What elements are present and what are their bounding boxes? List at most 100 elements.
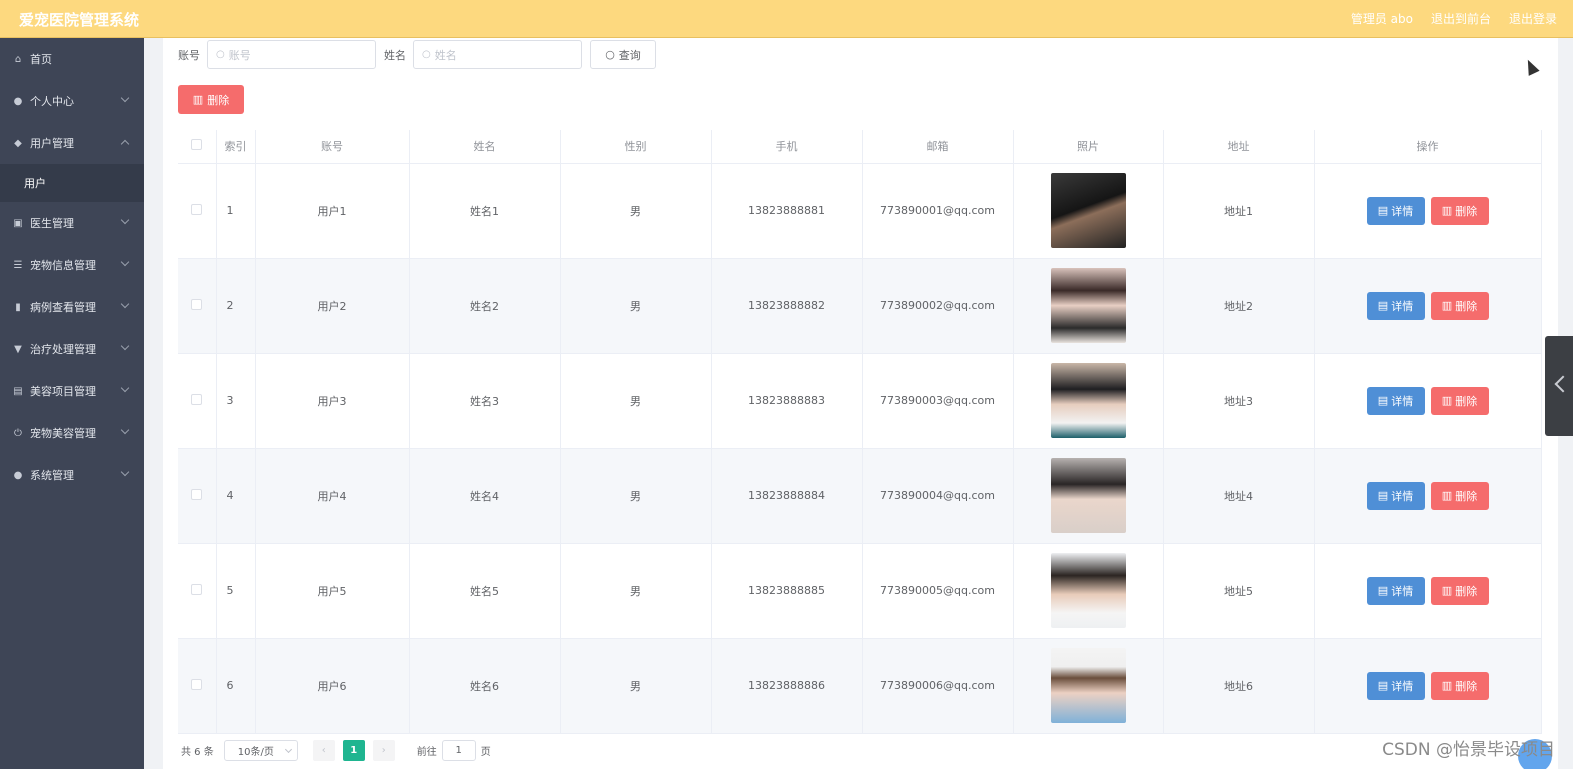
row-checkbox[interactable]: [191, 393, 203, 405]
sidebar-item-cases[interactable]: ▮ 病例查看管理: [0, 286, 144, 328]
row-checkbox[interactable]: [191, 678, 203, 690]
collapse-side-panel-tab[interactable]: [1545, 336, 1573, 436]
sidebar-item-doctors[interactable]: ▣ 医生管理: [0, 202, 144, 244]
cell-actions: ▤ 详情 ▥ 删除: [1314, 638, 1542, 734]
document-icon: ▤: [1377, 679, 1389, 692]
prev-page-button[interactable]: ‹: [312, 740, 335, 761]
chevron-right-icon: ›: [381, 745, 386, 756]
trash-icon: ▥: [1441, 489, 1453, 502]
top-bar: 爱宠医院管理系统 管理员 abo 退出到前台 退出登录: [0, 0, 1573, 38]
cell-account: 用户3: [255, 353, 410, 449]
row-checkbox-cell[interactable]: [178, 638, 217, 734]
search-icon: ○: [216, 49, 225, 60]
cell-name: 姓名2: [409, 258, 561, 354]
cell-email: 773890003@qq.com: [862, 353, 1014, 449]
sidebar-item-label: 个人中心: [30, 95, 74, 108]
column-header-phone: 手机: [711, 130, 863, 164]
query-button[interactable]: ○ 查询: [590, 40, 656, 69]
table-row: 1 用户1 姓名1 男 13823888881 773890001@qq.com…: [178, 163, 1542, 259]
cell-gender: 男: [560, 638, 712, 734]
chevron-down-icon: [120, 299, 130, 309]
column-header-address: 地址: [1163, 130, 1315, 164]
sidebar-item-pet-info[interactable]: ☰ 宠物信息管理: [0, 244, 144, 286]
delete-button[interactable]: ▥ 删除: [1430, 386, 1489, 415]
name-placeholder: 姓名: [434, 48, 457, 62]
cell-email: 773890004@qq.com: [862, 448, 1014, 544]
page-size-select[interactable]: 10条/页: [223, 740, 298, 761]
batch-delete-button[interactable]: ▥ 删除: [178, 85, 244, 114]
delete-button[interactable]: ▥ 删除: [1430, 196, 1489, 225]
cell-index: 2: [216, 258, 256, 354]
pin-icon: ◆: [14, 137, 22, 149]
sidebar-subitem-users[interactable]: 用户: [0, 164, 144, 202]
trash-icon: ▥: [192, 93, 204, 106]
cell-index: 6: [216, 638, 256, 734]
user-table: 索引 账号 姓名 性别 手机 邮箱 照片 地址 操作 1 用户1 姓名1 男 1…: [178, 130, 1542, 734]
cell-name: 姓名5: [409, 543, 561, 639]
name-search-input[interactable]: ○ 姓名: [413, 40, 582, 69]
row-checkbox[interactable]: [191, 203, 203, 215]
sidebar-item-beauty-projects[interactable]: ▤ 美容项目管理: [0, 370, 144, 412]
row-checkbox[interactable]: [191, 488, 203, 500]
row-checkbox-cell[interactable]: [178, 258, 217, 354]
home-icon: ⌂: [14, 53, 22, 65]
delete-button[interactable]: ▥ 删除: [1430, 576, 1489, 605]
logout-link[interactable]: 退出登录: [1509, 10, 1557, 27]
row-checkbox[interactable]: [191, 583, 203, 595]
row-checkbox-cell[interactable]: [178, 448, 217, 544]
detail-button[interactable]: ▤ 详情: [1366, 386, 1425, 415]
card-icon: ▣: [13, 217, 23, 229]
user-photo: [1050, 458, 1126, 533]
detail-button[interactable]: ▤ 详情: [1366, 671, 1425, 700]
row-checkbox-cell[interactable]: [178, 353, 217, 449]
column-header-account: 账号: [255, 130, 410, 164]
user-photo: [1050, 173, 1126, 248]
cell-gender: 男: [560, 543, 712, 639]
cell-account: 用户5: [255, 543, 410, 639]
trash-icon: ▥: [1441, 394, 1453, 407]
detail-button[interactable]: ▤ 详情: [1366, 576, 1425, 605]
sidebar-item-treatment[interactable]: ▼ 治疗处理管理: [0, 328, 144, 370]
back-to-front-link[interactable]: 退出到前台: [1431, 10, 1491, 27]
detail-button[interactable]: ▤ 详情: [1366, 196, 1425, 225]
column-header-index: 索引: [216, 130, 256, 164]
column-header-photo: 照片: [1013, 130, 1164, 164]
detail-button[interactable]: ▤ 详情: [1366, 291, 1425, 320]
row-checkbox-cell[interactable]: [178, 543, 217, 639]
row-checkbox-cell[interactable]: [178, 163, 217, 259]
sidebar-item-home[interactable]: ⌂ 首页: [0, 38, 144, 80]
cell-phone: 13823888885: [711, 543, 863, 639]
trash-icon: ▥: [1441, 584, 1453, 597]
chevron-down-icon: [284, 745, 292, 754]
sidebar-item-system[interactable]: ● 系统管理: [0, 454, 144, 496]
detail-label: 详情: [1391, 299, 1414, 313]
cell-photo: [1013, 543, 1164, 639]
delete-button[interactable]: ▥ 删除: [1430, 481, 1489, 510]
delete-button[interactable]: ▥ 删除: [1430, 671, 1489, 700]
select-all-checkbox-cell[interactable]: [178, 130, 217, 164]
pagination: 共 6 条 10条/页 ‹ 1 › 前往 1 页: [181, 740, 491, 761]
page-number-current[interactable]: 1: [342, 740, 365, 761]
cell-address: 地址1: [1163, 163, 1315, 259]
table-row: 2 用户2 姓名2 男 13823888882 773890002@qq.com…: [178, 258, 1542, 354]
select-all-checkbox[interactable]: [191, 139, 203, 151]
account-search-input[interactable]: ○ 账号: [207, 40, 376, 69]
cell-actions: ▤ 详情 ▥ 删除: [1314, 448, 1542, 544]
column-header-name: 姓名: [409, 130, 561, 164]
next-page-button[interactable]: ›: [372, 740, 395, 761]
table-row: 4 用户4 姓名4 男 13823888884 773890004@qq.com…: [178, 448, 1542, 544]
detail-label: 详情: [1391, 204, 1414, 218]
goto-page-input[interactable]: 1: [441, 740, 476, 761]
delete-label: 删除: [1455, 299, 1478, 313]
sidebar-item-profile[interactable]: ● 个人中心: [0, 80, 144, 122]
row-checkbox[interactable]: [191, 298, 203, 310]
sidebar-item-pet-beauty[interactable]: ⏻ 宠物美容管理: [0, 412, 144, 454]
user-photo: [1050, 553, 1126, 628]
cell-name: 姓名4: [409, 448, 561, 544]
cell-actions: ▤ 详情 ▥ 删除: [1314, 543, 1542, 639]
cell-index: 5: [216, 543, 256, 639]
detail-button[interactable]: ▤ 详情: [1366, 481, 1425, 510]
delete-button[interactable]: ▥ 删除: [1430, 291, 1489, 320]
document-icon: ▤: [1377, 204, 1389, 217]
sidebar-item-user-management[interactable]: ◆ 用户管理: [0, 122, 144, 164]
